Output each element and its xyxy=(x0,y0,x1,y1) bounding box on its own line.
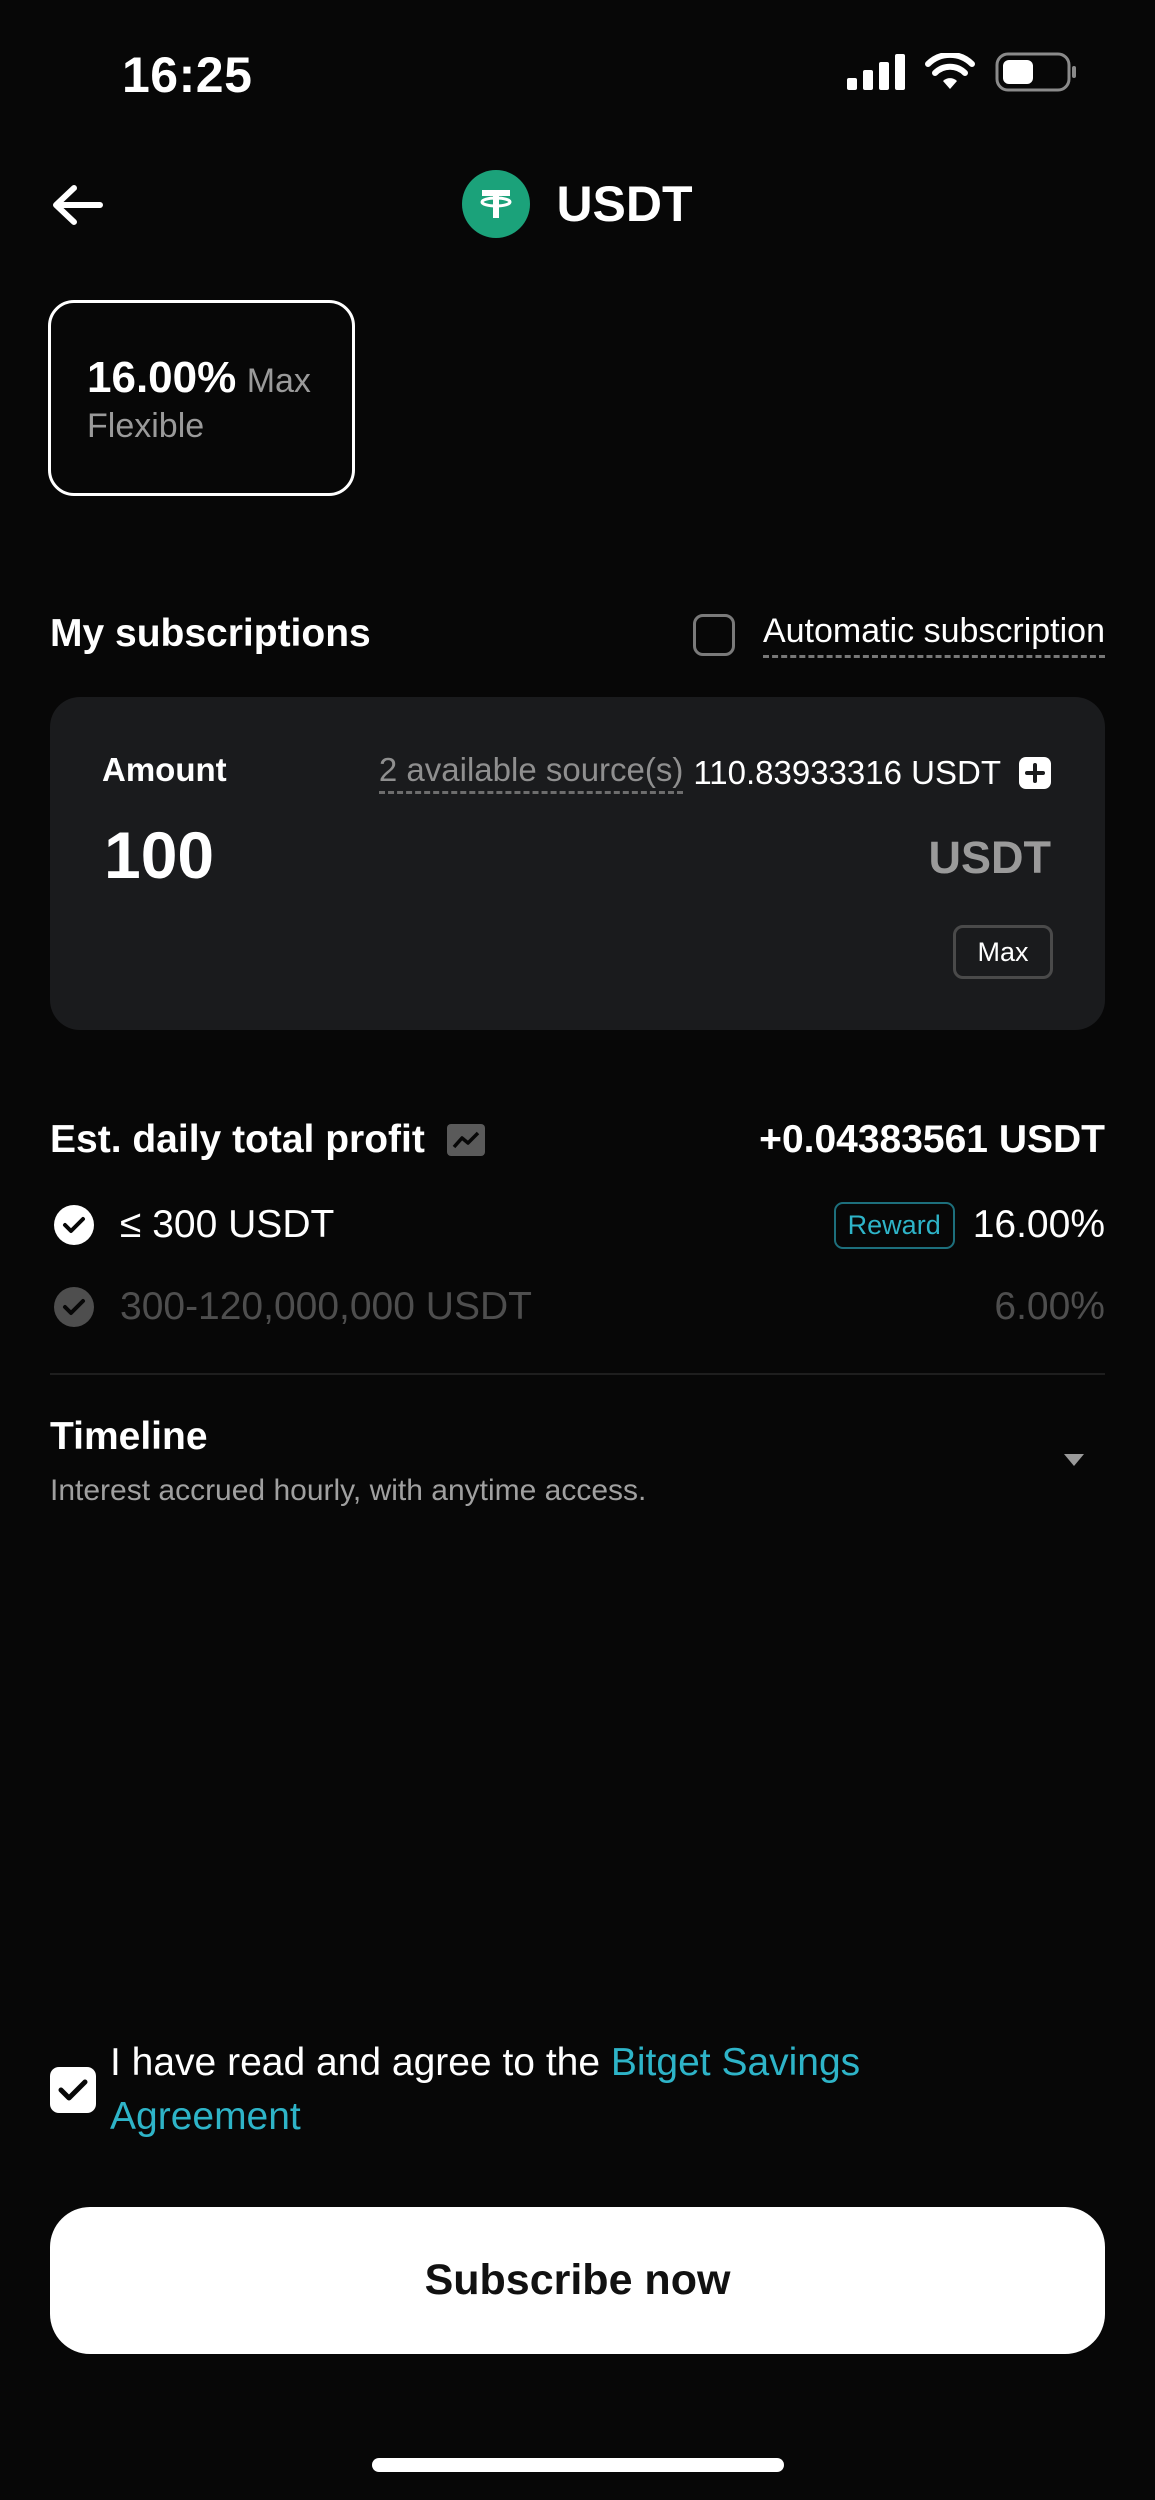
battery-icon xyxy=(995,52,1076,92)
sources-link[interactable]: 2 available source(s) xyxy=(378,751,684,794)
auto-subscription-checkbox[interactable] xyxy=(692,614,735,656)
max-button[interactable]: Max xyxy=(953,925,1053,979)
tier-row: ≤ 300 USDT Reward 16.00% xyxy=(50,1195,1105,1255)
product-rate-suffix: Max xyxy=(246,362,311,400)
tether-icon xyxy=(462,170,531,238)
wifi-icon xyxy=(925,53,975,89)
profit-title-row: Est. daily total profit xyxy=(50,1118,485,1162)
product-card-flexible[interactable]: 16.00% Max Flexible xyxy=(48,300,355,496)
subscription-page: 16:25 USDT 16.00% Max Flexible My subscr… xyxy=(0,0,1155,2500)
page-header: USDT xyxy=(0,170,1155,238)
agreement-label: I have read and agree to the xyxy=(110,2041,611,2084)
tier-label: ≤ 300 USDT xyxy=(120,1203,335,1246)
signal-icon xyxy=(847,54,905,90)
amount-label: Amount xyxy=(102,751,227,788)
subscriptions-title: My subscriptions xyxy=(50,612,371,655)
divider xyxy=(50,1373,1105,1375)
page-title: USDT xyxy=(556,176,693,232)
tier-row: 300-120,000,000 USDT 6.00% xyxy=(50,1277,1105,1337)
status-time: 16:25 xyxy=(122,47,253,103)
status-icons xyxy=(847,52,1077,92)
agreement-text: I have read and agree to the Bitget Savi… xyxy=(110,2036,990,2144)
product-type: Flexible xyxy=(87,407,205,445)
amount-card: Amount 2 available source(s) 110.8393331… xyxy=(50,697,1105,1030)
home-indicator[interactable] xyxy=(372,2458,784,2472)
profit-value: +0.04383561 USDT xyxy=(759,1118,1105,1161)
tier-label: 300-120,000,000 USDT xyxy=(120,1285,532,1328)
auto-subscription-label[interactable]: Automatic subscription xyxy=(762,612,1105,658)
chart-icon[interactable] xyxy=(446,1124,485,1156)
tier-rate: 16.00% xyxy=(972,1203,1105,1246)
caret-down-icon[interactable] xyxy=(1059,1448,1089,1472)
agreement-checkbox[interactable] xyxy=(50,2067,96,2113)
reward-badge: Reward xyxy=(833,1201,955,1249)
amount-input[interactable]: 100 xyxy=(104,817,214,893)
available-balance: 110.83933316 USDT xyxy=(693,753,1001,791)
check-circle-icon xyxy=(54,1205,94,1245)
amount-unit: USDT xyxy=(928,832,1052,883)
auto-subscription-toggle[interactable]: Automatic subscription xyxy=(692,612,1105,658)
plus-icon[interactable] xyxy=(1019,756,1051,789)
timeline-subtitle: Interest accrued hourly, with anytime ac… xyxy=(50,1474,647,1507)
profit-title: Est. daily total profit xyxy=(50,1118,425,1161)
available-sources: 2 available source(s) 110.83933316 USDT xyxy=(378,751,1051,794)
timeline-title: Timeline xyxy=(50,1415,208,1458)
product-rate: 16.00% xyxy=(87,353,237,402)
tier-rate: 6.00% xyxy=(994,1285,1105,1328)
subscribe-button[interactable]: Subscribe now xyxy=(50,2207,1105,2354)
check-circle-icon xyxy=(54,1287,94,1327)
